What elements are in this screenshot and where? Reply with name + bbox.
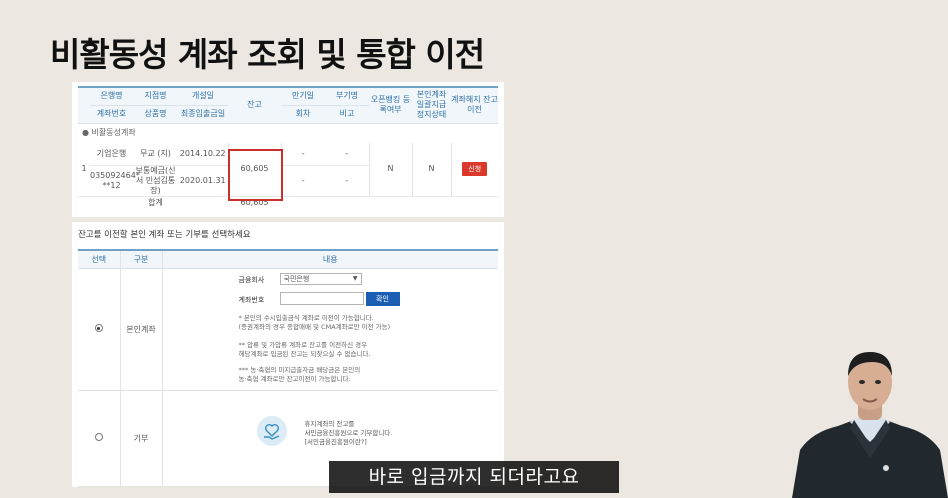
col-round-header: 회차: [281, 105, 325, 124]
product-name: 보통예금(신서 민섬김통장): [133, 165, 178, 197]
col-branch-header: 지점명: [133, 86, 178, 106]
donation-description: 휴지계좌의 잔고를 서민금융진흥원으로 기부합니다. [서민금융진흥원이란?]: [304, 419, 393, 446]
type-col-header: 구분: [119, 249, 162, 269]
col-balance-header: 잔고: [228, 86, 281, 124]
total-label: 합계: [133, 195, 178, 210]
video-subtitle: 바로 입금까지 되더라고요: [329, 461, 619, 493]
confirm-button[interactable]: 확인: [365, 291, 400, 306]
presenter-video: [792, 342, 948, 498]
slide-title: 비활동성 계좌 조회 및 통합 이전: [50, 35, 485, 74]
apply-transfer-button[interactable]: 신청: [462, 162, 488, 177]
stop-status: N: [411, 143, 451, 197]
section-label: ● 비활동성계좌: [82, 128, 136, 138]
col-memo-header: 부기명: [325, 86, 369, 106]
col-bank-header: 은행명: [90, 86, 133, 106]
openbanking-status: N: [368, 143, 412, 197]
transfer-instruction: 잔고를 이전할 본인 계좌 또는 기부를 선택하세요: [78, 230, 251, 240]
institution-label: 금융회사: [238, 275, 265, 284]
note-checking-accounts: * 본인의 수시입출금식 계좌로 이전이 가능합니다. (증권계좌의 경우 종합…: [238, 313, 391, 331]
own-account-radio[interactable]: [94, 324, 103, 332]
last-transaction-date: 2020.01.31: [178, 165, 228, 197]
row-number: 1: [78, 143, 90, 197]
col-account-no-header: 계좌번호: [90, 105, 133, 124]
note: -: [325, 165, 369, 197]
memo: -: [325, 143, 369, 166]
institution-select[interactable]: 국민은행 ▼: [279, 272, 362, 285]
col-open-date-header: 개설일: [178, 86, 228, 106]
col-last-tx-header: 최종입출금일: [178, 105, 228, 124]
donate-label: 기부: [119, 390, 162, 487]
note-cooperative-dividend: *** 농·축협의 미지급출자금 배당금은 본인의 농·축협 계좌로만 잔고이전…: [238, 365, 361, 383]
col-stop-status-header: 본인계좌 일괄지급 정지상태: [412, 86, 451, 124]
account-number: 035092464* **12: [90, 165, 140, 197]
transfer-options-table: 선택 구분 내용 본인계좌 금융회사 국민은행 ▼ 계좌번호 확인 * 본인의 수…: [78, 249, 498, 487]
balance-highlight-box: [228, 149, 283, 201]
open-date: 2014.10.22: [178, 143, 228, 166]
dormant-account-table: 은행명 지점명 개설일 잔고 만기일 부기명 오픈뱅킹 등록여부 본인계좌 일괄…: [78, 86, 498, 210]
maturity-date: -: [280, 143, 325, 166]
col-product-header: 상품명: [133, 105, 178, 124]
col-maturity-header: 만기일: [281, 86, 325, 106]
donation-heart-icon: [256, 415, 287, 446]
col-no-header: [78, 86, 90, 124]
account-number-label: 계좌번호: [238, 295, 265, 304]
own-account-label: 본인계좌: [119, 268, 162, 391]
dormant-account-panel: 은행명 지점명 개설일 잔고 만기일 부기명 오픈뱅킹 등록여부 본인계좌 일괄…: [72, 82, 504, 217]
col-openbanking-header: 오픈뱅킹 등록여부: [369, 86, 412, 124]
chevron-down-icon: ▼: [352, 274, 358, 282]
col-action-header: 계좌해지 잔고이전: [451, 86, 498, 124]
col-note-header: 비고: [325, 105, 369, 124]
bank-name: 기업은행: [90, 143, 133, 166]
note-seized-accounts: ** 압류 및 가압류 계좌로 잔고를 이전하신 경우 해당계좌로 입금된 잔고…: [238, 340, 371, 358]
account-number-input[interactable]: [279, 291, 364, 305]
content-col-header: 내용: [161, 249, 498, 269]
round: -: [280, 165, 325, 197]
branch-name: 무교 (지): [133, 143, 178, 166]
donate-radio[interactable]: [94, 433, 103, 441]
select-col-header: 선택: [78, 249, 120, 269]
transfer-selection-panel: 잔고를 이전할 본인 계좌 또는 기부를 선택하세요 선택 구분 내용 본인계좌…: [72, 222, 504, 487]
